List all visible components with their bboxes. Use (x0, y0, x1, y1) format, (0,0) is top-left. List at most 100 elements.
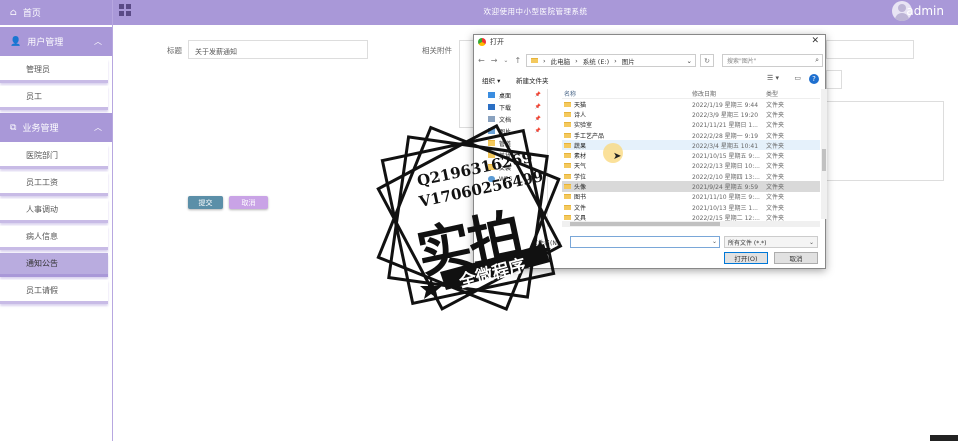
file-list: 名称 修改日期 类型 天猫 2022/1/19 星期三 9:44 文件夹 诗人 2022… (562, 89, 820, 221)
file-row[interactable]: 蔬果 2022/3/4 星期五 10:41 文件夹 (562, 140, 820, 151)
chrome-icon (478, 38, 486, 46)
system-title: 欢迎使用中小型医院管理系统 (483, 7, 588, 16)
sidebar-item-leave[interactable]: 员工请假 (0, 280, 108, 304)
home-icon: ⌂ (10, 7, 17, 18)
dialog-cancel-button[interactable]: 取消 (774, 252, 818, 264)
file-row[interactable]: 天猫 2022/1/19 星期三 9:44 文件夹 (562, 99, 820, 109)
top-header: 欢迎使用中小型医院管理系统 admin (113, 0, 958, 25)
file-date: 2021/11/21 星期日 1... (692, 122, 758, 130)
attachment-label: 相关附件 (422, 46, 452, 55)
sidebar-item-salary[interactable]: 员工工资 (0, 172, 108, 196)
attachment-input-right-2[interactable] (826, 70, 842, 89)
file-date: 2022/2/10 星期四 13:... (692, 173, 760, 181)
file-date: 2021/10/13 星期三 1... (692, 204, 758, 212)
file-row[interactable]: 诗人 2022/3/9 星期三 19:20 文件夹 (562, 109, 820, 119)
column-date-header[interactable]: 修改日期 (692, 89, 764, 98)
sidebar-home[interactable]: ⌂ 首页 (0, 0, 112, 25)
scrollbar-thumb[interactable] (822, 149, 826, 171)
sidebar-item-departments[interactable]: 医院部门 (0, 145, 108, 169)
file-type: 文件夹 (766, 101, 785, 109)
chevron-up-icon: ︿ (94, 37, 102, 46)
column-type-header[interactable]: 类型 (764, 89, 814, 98)
refresh-button[interactable]: ↻ (700, 54, 714, 67)
back-arrow-icon[interactable]: ← (478, 56, 485, 65)
nav-item-downloads[interactable]: 下载 📌 (478, 101, 547, 113)
sidebar-item-notices[interactable]: 通知公告 (0, 253, 108, 277)
mouse-cursor-icon: ➤ (613, 151, 622, 162)
scrollbar-thumb[interactable] (570, 222, 720, 226)
dialog-titlebar: 打开 ✕ (474, 35, 825, 49)
open-button[interactable]: 打开(O) (724, 252, 768, 264)
file-name: 素材 (574, 153, 587, 161)
horizontal-scrollbar[interactable] (562, 221, 820, 227)
sidebar-item-patients[interactable]: 病人信息 (0, 226, 108, 250)
chevron-down-icon: ⌄ (808, 238, 814, 246)
file-name: 手工艺产品 (574, 132, 605, 140)
file-date: 2022/2/13 星期日 10:... (692, 163, 760, 171)
file-name: 文具 (574, 214, 587, 221)
content-textarea[interactable] (826, 101, 944, 181)
path-segment[interactable]: 系统 (E:) (583, 56, 609, 66)
file-date: 2021/11/10 星期三 9:... (692, 194, 760, 202)
path-segment[interactable]: 图片 (622, 56, 635, 66)
file-row[interactable]: 头像 2021/9/24 星期五 9:59 文件夹 (562, 181, 820, 192)
dropdown-icon[interactable]: ⌄ (503, 57, 508, 64)
user-icon: 👤 (10, 36, 22, 47)
copy-icon: ⧉ (10, 122, 17, 133)
download-icon (488, 104, 495, 110)
search-input[interactable]: 搜索"图片" ⌕ (722, 54, 823, 67)
address-path[interactable]: › 此电脑 › 系统 (E:) › 图片 ⌄ (526, 54, 696, 67)
file-type: 文件夹 (766, 194, 785, 202)
watermark-stamp: Q2196316269 V17060256499 实拍 全微程序 (368, 122, 568, 312)
organize-menu[interactable]: 组织 ▾ (482, 75, 500, 85)
sidebar-group-label: 业务管理 (22, 124, 59, 134)
cancel-button[interactable]: 取消 (229, 196, 268, 209)
column-name-header[interactable]: 名称 (562, 89, 692, 98)
chevron-down-icon[interactable]: ⌄ (712, 238, 717, 245)
sidebar-group-user-management[interactable]: 👤 用户管理 ︿ (0, 27, 112, 56)
file-row[interactable]: 天气 2022/2/13 星期日 10:... 文件夹 (562, 161, 820, 171)
attachment-input-right[interactable] (826, 40, 914, 59)
help-icon[interactable]: ? (809, 74, 819, 84)
preview-pane-icon[interactable]: ▭ (794, 74, 801, 82)
file-name: 学位 (574, 173, 587, 181)
file-name: 诗人 (574, 111, 587, 119)
file-row[interactable]: 实验室 2021/11/21 星期日 1... 文件夹 (562, 120, 820, 130)
close-icon[interactable]: ✕ (811, 36, 819, 46)
search-placeholder: 搜索"图片" (727, 58, 757, 65)
file-row[interactable]: 文具 2022/2/15 星期二 12:... 文件夹 (562, 212, 820, 221)
desktop-icon (488, 92, 495, 98)
folder-icon (531, 58, 538, 63)
filetype-select[interactable]: 所有文件 (*.*) ⌄ (724, 236, 818, 248)
view-options-icon[interactable]: ☰ ▾ (767, 74, 779, 82)
file-row[interactable]: 图书 2021/11/10 星期三 9:... 文件夹 (562, 192, 820, 202)
app-root: ⌂ 首页 👤 用户管理 ︿ 管理员 员工 ⧉ 业务管理 ︿ 医院部门 员工工资 … (0, 0, 958, 441)
sidebar-item-transfer[interactable]: 人事调动 (0, 199, 108, 223)
sidebar-item-staff[interactable]: 员工 (0, 86, 108, 110)
vertical-scrollbar[interactable] (821, 89, 827, 219)
filename-input[interactable]: ⌄ (570, 236, 720, 248)
address-bar-row: ← → ⌄ ↑ › 此电脑 › 系统 (E:) › 图片 ⌄ ↻ 搜索"图片" … (478, 53, 823, 68)
username[interactable]: admin (906, 4, 944, 18)
submit-button[interactable]: 提交 (188, 196, 223, 209)
chevron-down-icon[interactable]: ⌄ (687, 57, 692, 65)
file-type: 文件夹 (766, 173, 785, 181)
file-date: 2021/10/15 星期五 9:... (692, 153, 760, 161)
file-row[interactable]: 素材 2021/10/15 星期五 9:... 文件夹 (562, 150, 820, 160)
title-input[interactable]: 关于发薪通知 (188, 40, 368, 59)
file-row[interactable]: 学位 2022/2/10 星期四 13:... 文件夹 (562, 171, 820, 181)
file-row[interactable]: 文件 2021/10/13 星期三 1... 文件夹 (562, 202, 820, 212)
file-name: 头像 (574, 184, 587, 192)
new-folder-button[interactable]: 新建文件夹 (516, 75, 549, 85)
file-date: 2022/2/28 星期一 9:19 (692, 132, 759, 140)
up-arrow-icon[interactable]: ↑ (514, 56, 521, 65)
pin-icon: 📌 (534, 104, 541, 110)
sidebar-group-business-management[interactable]: ⧉ 业务管理 ︿ (0, 113, 112, 142)
path-segment[interactable]: 此电脑 (551, 56, 571, 66)
sidebar-item-admin[interactable]: 管理员 (0, 59, 108, 83)
forward-arrow-icon[interactable]: → (491, 56, 498, 65)
chevron-up-icon: ︿ (94, 123, 102, 132)
file-date: 2021/9/24 星期五 9:59 (692, 184, 759, 192)
nav-item-desktop[interactable]: 桌面 📌 (478, 89, 547, 101)
file-row[interactable]: 手工艺产品 2022/2/28 星期一 9:19 文件夹 (562, 130, 820, 140)
